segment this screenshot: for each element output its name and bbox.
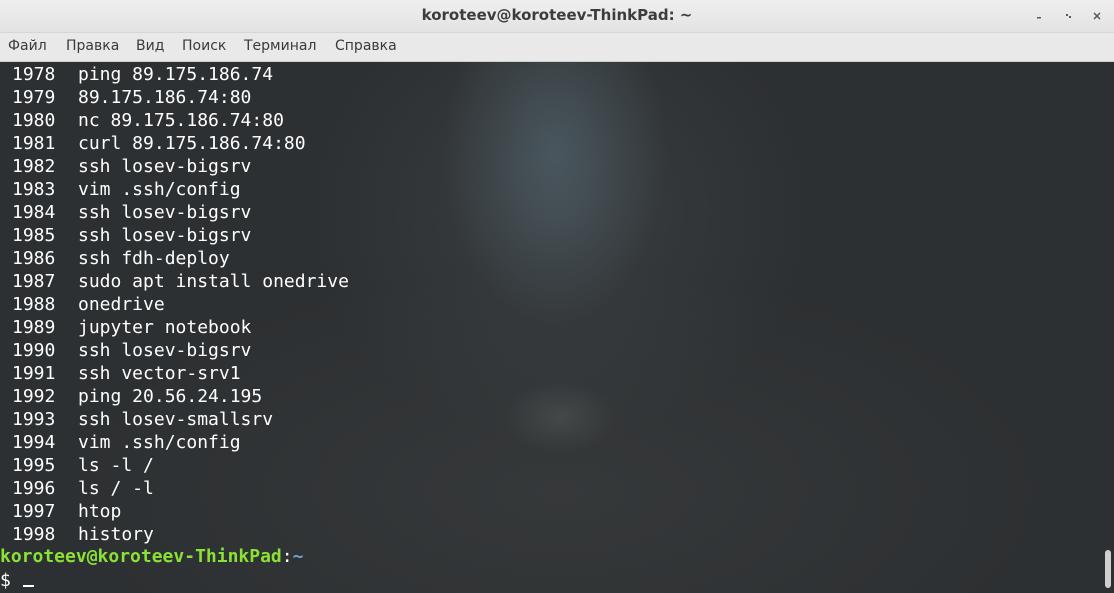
history-number: 1983 — [12, 179, 56, 200]
history-number: 1996 — [12, 478, 56, 499]
history-command: ssh losev-smallsrv — [78, 409, 274, 430]
minimize-icon — [1037, 17, 1041, 19]
history-command: ls / -l — [78, 478, 154, 499]
close-button[interactable] — [1086, 6, 1108, 26]
menu-file[interactable]: Файл — [8, 37, 47, 55]
prompt-separator: : — [281, 546, 293, 567]
input-line[interactable]: $ — [0, 569, 34, 592]
history-number: 1982 — [12, 156, 56, 177]
maximize-button[interactable] — [1058, 6, 1080, 26]
history-command: ping 89.175.186.74 — [78, 64, 274, 85]
history-number: 1980 — [12, 110, 56, 131]
history-line: 1981 curl 89.175.186.74:80 — [12, 132, 306, 155]
history-command: ssh losev-bigsrv — [78, 225, 252, 246]
minimize-button[interactable] — [1028, 6, 1050, 26]
history-line: 1980 nc 89.175.186.74:80 — [12, 109, 284, 132]
history-line: 1991 ssh vector-srv1 — [12, 362, 241, 385]
prompt-path: ~ — [292, 546, 304, 567]
menu-edit[interactable]: Правка — [66, 37, 119, 55]
menu-terminal[interactable]: Терминал — [244, 37, 316, 55]
history-number: 1991 — [12, 363, 56, 384]
history-command: ssh losev-bigsrv — [78, 340, 252, 361]
history-command: sudo apt install onedrive — [78, 271, 349, 292]
menu-bar: Файл Правка Вид Поиск Терминал Справка — [0, 33, 1114, 62]
history-command: nc 89.175.186.74:80 — [78, 110, 284, 131]
history-line: 1979 89.175.186.74:80 — [12, 86, 251, 109]
history-line: 1978 ping 89.175.186.74 — [12, 63, 273, 86]
history-number: 1994 — [12, 432, 56, 453]
history-command: jupyter notebook — [78, 317, 252, 338]
terminal-window: koroteev@koroteev-ThinkPad: ~ Файл Правк… — [0, 0, 1114, 593]
history-line: 1984 ssh losev-bigsrv — [12, 201, 251, 224]
prompt-line: koroteev@koroteev-ThinkPad:~ — [0, 545, 303, 568]
history-line: 1990 ssh losev-bigsrv — [12, 339, 251, 362]
history-command: curl 89.175.186.74:80 — [78, 133, 306, 154]
history-number: 1990 — [12, 340, 56, 361]
menu-view[interactable]: Вид — [136, 37, 164, 55]
history-line: 1988 onedrive — [12, 293, 165, 316]
history-number: 1979 — [12, 87, 56, 108]
history-command: vim .ssh/config — [78, 432, 241, 453]
title-bar[interactable]: koroteev@koroteev-ThinkPad: ~ — [0, 0, 1114, 33]
menu-help[interactable]: Справка — [335, 37, 397, 55]
history-number: 1984 — [12, 202, 56, 223]
history-line: 1996 ls / -l — [12, 477, 154, 500]
text-cursor — [22, 585, 34, 587]
history-command: ls -l / — [78, 455, 154, 476]
history-command: ssh vector-srv1 — [78, 363, 241, 384]
window-title: koroteev@koroteev-ThinkPad: ~ — [421, 6, 693, 24]
history-number: 1995 — [12, 455, 56, 476]
history-number: 1978 — [12, 64, 56, 85]
history-line: 1994 vim .ssh/config — [12, 431, 241, 454]
maximize-icon — [1066, 14, 1071, 18]
history-line: 1989 jupyter notebook — [12, 316, 251, 339]
prompt-user-host: koroteev@koroteev-ThinkPad — [0, 546, 282, 567]
history-line: 1997 htop — [12, 500, 121, 523]
menu-search[interactable]: Поиск — [182, 37, 226, 55]
history-line: 1993 ssh losev-smallsrv — [12, 408, 273, 431]
history-line: 1992 ping 20.56.24.195 — [12, 385, 262, 408]
history-command: ssh losev-bigsrv — [78, 202, 252, 223]
history-line: 1995 ls -l / — [12, 454, 154, 477]
history-command: vim .ssh/config — [78, 179, 241, 200]
history-number: 1993 — [12, 409, 56, 430]
history-number: 1998 — [12, 524, 56, 545]
close-icon — [1093, 12, 1101, 20]
history-number: 1992 — [12, 386, 56, 407]
history-command: ssh losev-bigsrv — [78, 156, 252, 177]
terminal-output[interactable]: 1978 ping 89.175.186.74 1979 89.175.186.74:… — [0, 62, 1114, 593]
history-number: 1986 — [12, 248, 56, 269]
scrollbar-thumb[interactable] — [1105, 550, 1111, 588]
history-command: ssh fdh-deploy — [78, 248, 230, 269]
history-command: history — [78, 524, 154, 545]
history-line: 1983 vim .ssh/config — [12, 178, 241, 201]
history-number: 1989 — [12, 317, 56, 338]
history-line: 1982 ssh losev-bigsrv — [12, 155, 251, 178]
history-command: 89.175.186.74:80 — [78, 87, 252, 108]
history-command: onedrive — [78, 294, 165, 315]
history-line: 1987 sudo apt install onedrive — [12, 270, 349, 293]
prompt-symbol: $ — [0, 570, 11, 591]
history-number: 1985 — [12, 225, 56, 246]
history-number: 1981 — [12, 133, 56, 154]
history-number: 1988 — [12, 294, 56, 315]
history-number: 1997 — [12, 501, 56, 522]
history-command: htop — [78, 501, 122, 522]
history-line: 1998 history — [12, 523, 154, 546]
history-number: 1987 — [12, 271, 56, 292]
history-line: 1985 ssh losev-bigsrv — [12, 224, 251, 247]
history-command: ping 20.56.24.195 — [78, 386, 263, 407]
history-line: 1986 ssh fdh-deploy — [12, 247, 230, 270]
